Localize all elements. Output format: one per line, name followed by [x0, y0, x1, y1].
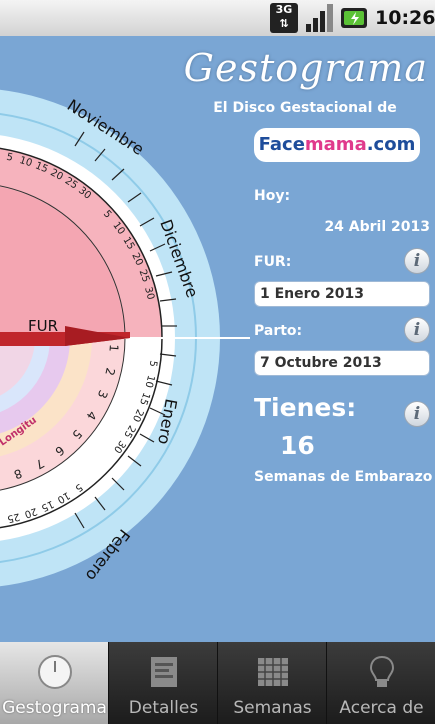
due-date-info-icon[interactable]: i — [404, 317, 430, 343]
weeks-label: Semanas de Embarazo — [254, 469, 433, 485]
network-type: 3G — [275, 3, 293, 16]
tab-label: Semanas — [233, 698, 312, 718]
logo-part-mama: mama — [304, 134, 367, 155]
weeks-info-icon[interactable]: i — [404, 401, 430, 427]
fur-info-icon[interactable]: i — [404, 248, 430, 274]
network-3g-icon: 3G ⇅ — [270, 3, 298, 33]
facemama-logo[interactable]: Facemama.com — [254, 128, 420, 162]
tienes-label: Tienes: — [254, 393, 357, 422]
lightbulb-icon — [369, 655, 395, 687]
battery-charging-icon — [341, 8, 367, 28]
fur-label: FUR: — [254, 254, 292, 270]
tab-label: Detalles — [128, 698, 199, 718]
bottom-tab-bar: Gestograma Detalles Semanas Acerca de — [0, 642, 435, 724]
tab-label: Acerca de — [339, 698, 424, 718]
today-value: 24 Abril 2013 — [324, 219, 430, 235]
gestational-disc[interactable]: Noviembre Diciembre Enero Febrero 253051… — [0, 36, 250, 642]
tab-label: Gestograma — [2, 698, 107, 718]
status-bar: 3G ⇅ 10:26 — [0, 0, 435, 36]
week-number-0: 1 — [106, 344, 120, 353]
tab-detalles[interactable]: Detalles — [109, 642, 218, 724]
document-icon — [151, 657, 177, 687]
today-label: Hoy: — [254, 188, 291, 204]
tab-semanas[interactable]: Semanas — [218, 642, 327, 724]
logo-part-face: Face — [258, 134, 305, 155]
clock-icon — [38, 655, 72, 689]
fur-marker-label: FUR — [28, 317, 58, 335]
due-date-field[interactable]: 7 Octubre 2013 — [254, 350, 430, 376]
calendar-grid-icon — [258, 658, 288, 686]
logo-part-com: .com — [366, 134, 416, 155]
app-title: Gestograma — [183, 46, 428, 90]
clock-time: 10:26 — [375, 7, 435, 29]
weeks-count: 16 — [280, 431, 315, 460]
signal-strength-icon — [306, 4, 333, 32]
due-date-label: Parto: — [254, 323, 303, 339]
app-subtitle: El Disco Gestacional de — [213, 100, 397, 116]
main-panel: Noviembre Diciembre Enero Febrero 253051… — [0, 36, 435, 642]
tab-acerca-de[interactable]: Acerca de — [327, 642, 435, 724]
fur-date-field[interactable]: 1 Enero 2013 — [254, 281, 430, 307]
tab-gestograma[interactable]: Gestograma — [0, 642, 109, 724]
